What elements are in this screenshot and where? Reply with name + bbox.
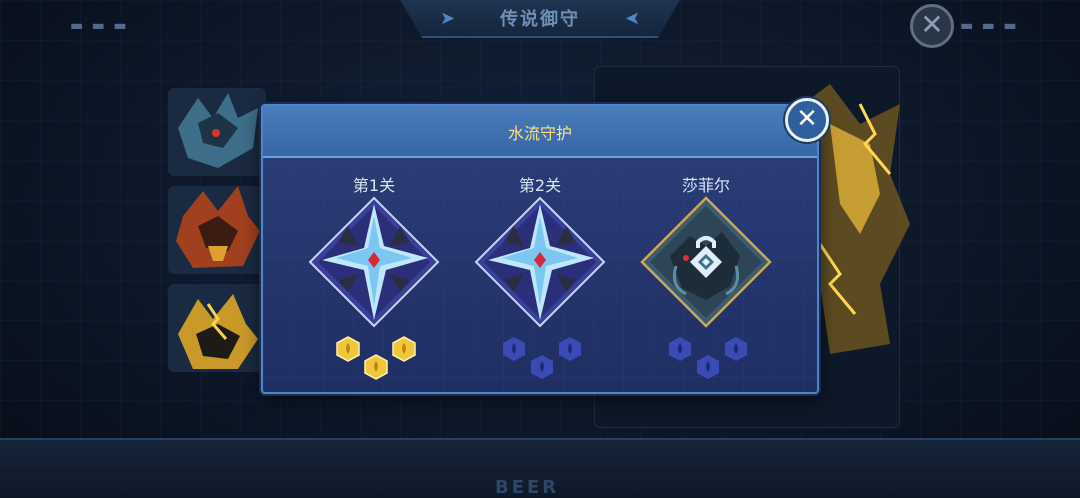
gold-coin-icon	[335, 336, 361, 362]
gold-coin-icon	[391, 336, 417, 362]
top-header-plate: ➤ 传说御守 ➤	[400, 0, 680, 38]
water-drop-icon	[723, 336, 749, 362]
left-dash-decoration: ▬ ▬ ▬	[70, 18, 129, 34]
background-close-button[interactable]: ✕	[910, 4, 954, 48]
boss-portrait-fire[interactable]	[168, 186, 266, 274]
bottom-bar: BEER	[0, 438, 1080, 498]
water-drop-icon	[557, 336, 583, 362]
boss-portrait-ice[interactable]	[168, 88, 266, 176]
water-drop-icon	[695, 354, 721, 380]
boss-lock-icon[interactable]	[640, 196, 772, 328]
modal-title: 水流守护	[507, 124, 572, 143]
stage-select-modal: 水流守护 ✕ 第1关 第2关 莎菲尔	[261, 98, 829, 394]
boss-list	[168, 88, 268, 383]
water-drop-icon	[529, 354, 555, 380]
gold-coin-icon	[363, 354, 389, 380]
modal-header: 水流守护	[263, 106, 817, 158]
crystal-star-icon[interactable]	[474, 196, 606, 328]
stage-3-label: 莎菲尔	[681, 176, 730, 195]
modal-close-button[interactable]: ✕	[785, 98, 829, 142]
crystal-star-icon[interactable]	[308, 196, 440, 328]
stage-1-label: 第1关	[352, 176, 396, 195]
right-arrow-icon: ➤	[624, 8, 640, 29]
stage-3-boss-card[interactable]: 莎菲尔	[638, 168, 774, 379]
right-dash-decoration: ▬ ▬ ▬	[960, 18, 1019, 34]
boss-portrait-thunder[interactable]	[168, 284, 266, 372]
bottom-bar-text: BEER	[495, 477, 560, 498]
water-drop-icon	[501, 336, 527, 362]
stage-2-label: 第2关	[518, 176, 562, 195]
water-drop-icon	[667, 336, 693, 362]
stage-1-card[interactable]: 第1关	[306, 168, 442, 380]
stage-2-card[interactable]: 第2关	[472, 168, 608, 379]
